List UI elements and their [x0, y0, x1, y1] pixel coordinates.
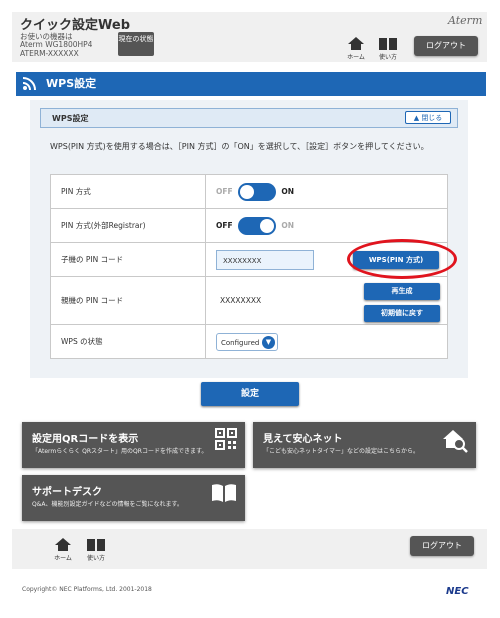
tile-subtitle: 「こども安心ネットタイマー」などの設定はこちらから。: [263, 448, 420, 455]
tile-subtitle: 「Atermらくらく QRスタート」用のQRコードを作成できます。: [32, 448, 208, 455]
qr-code-icon: [215, 428, 237, 450]
table-row: PIN 方式(外部Registrar) OFF ON: [50, 208, 448, 243]
wifi-icon: [22, 77, 36, 91]
reset-default-button[interactable]: 初期値に戻す: [364, 305, 440, 322]
home-label: ホーム: [54, 555, 72, 562]
highlight-ring: [347, 239, 457, 279]
row-label: WPS の状態: [50, 324, 206, 359]
home-label: ホーム: [347, 54, 365, 61]
section-title: WPS設定: [52, 114, 89, 123]
row-label: PIN 方式(外部Registrar): [50, 208, 206, 243]
wps-status-select[interactable]: Configured ▼: [216, 332, 278, 351]
toggle-knob: [260, 218, 275, 233]
close-section-button[interactable]: ▲ 閉じる: [405, 111, 451, 124]
qr-code-tile[interactable]: 設定用QRコードを表示 「Atermらくらく QRスタート」用のQRコードを作成…: [22, 422, 245, 468]
copyright: Copyright© NEC Platforms, Ltd. 2001-2018: [22, 586, 152, 593]
regenerate-button[interactable]: 再生成: [364, 283, 440, 300]
toggle-off-label: OFF: [216, 186, 233, 196]
pin-method-toggle[interactable]: OFF ON: [205, 174, 448, 209]
logout-button[interactable]: ログアウト: [414, 36, 478, 56]
tile-title: 見えて安心ネット: [263, 434, 343, 445]
home-icon: [55, 538, 71, 551]
section-description: WPS(PIN 方式)を使用する場合は、［PIN 方式］の「ON」を選択して、［…: [50, 142, 429, 151]
footer-help-button[interactable]: 使い方: [83, 537, 109, 562]
row-label: 子機の PIN コード: [50, 242, 206, 277]
footer-logout-button[interactable]: ログアウト: [410, 536, 474, 556]
toggle-off-label: OFF: [216, 220, 233, 230]
help-label: 使い方: [86, 555, 105, 562]
current-status-button[interactable]: 現在の状態: [118, 32, 154, 56]
wps-status-value: Configured: [221, 338, 260, 347]
submit-button[interactable]: 設定: [201, 382, 299, 406]
book-icon: [87, 539, 105, 551]
help-label: 使い方: [378, 54, 397, 61]
toggle-track[interactable]: [238, 182, 277, 201]
table-row: WPS の状態 Configured ▼: [50, 324, 448, 359]
chevron-down-icon: ▼: [262, 335, 275, 349]
row-label: 親機の PIN コード: [50, 276, 206, 325]
child-pin-input[interactable]: XXXXXXXX: [216, 249, 314, 270]
book-icon: [379, 38, 397, 50]
nec-logo: NEC: [446, 586, 469, 597]
page-title: WPS設定: [46, 77, 97, 90]
device-id: ATERM-XXXXXX: [20, 49, 79, 58]
book-icon: [212, 484, 236, 502]
table-row: PIN 方式 OFF ON: [50, 174, 448, 209]
close-label: 閉じる: [421, 114, 443, 122]
device-model: Aterm WG1800HP4: [20, 40, 93, 49]
home-icon: [348, 37, 364, 50]
tile-subtitle: Q&A、機能別設定ガイドなどの情報をご覧になれます。: [32, 501, 183, 508]
section-header: [40, 108, 458, 128]
brand-logo: Aterm: [448, 14, 483, 27]
safety-net-tile[interactable]: 見えて安心ネット 「こども安心ネットタイマー」などの設定はこちらから。: [253, 422, 476, 468]
chevron-up-icon: ▲: [413, 114, 420, 122]
support-desk-tile[interactable]: サポートデスク Q&A、機能別設定ガイドなどの情報をご覧になれます。: [22, 475, 245, 521]
footer-home-button[interactable]: ホーム: [50, 537, 76, 562]
toggle-knob: [240, 184, 255, 199]
page-banner: WPS設定: [16, 72, 486, 96]
toggle-on-label: ON: [281, 220, 295, 230]
home-button[interactable]: ホーム: [343, 36, 369, 61]
help-button[interactable]: 使い方: [375, 36, 401, 61]
row-label: PIN 方式: [50, 174, 206, 209]
toggle-on-label: ON: [281, 186, 295, 196]
toggle-track[interactable]: [238, 216, 277, 235]
tile-title: サポートデスク: [32, 487, 102, 498]
tile-title: 設定用QRコードを表示: [32, 434, 139, 445]
home-search-icon: [443, 430, 468, 453]
pin-external-toggle[interactable]: OFF ON: [205, 208, 448, 243]
